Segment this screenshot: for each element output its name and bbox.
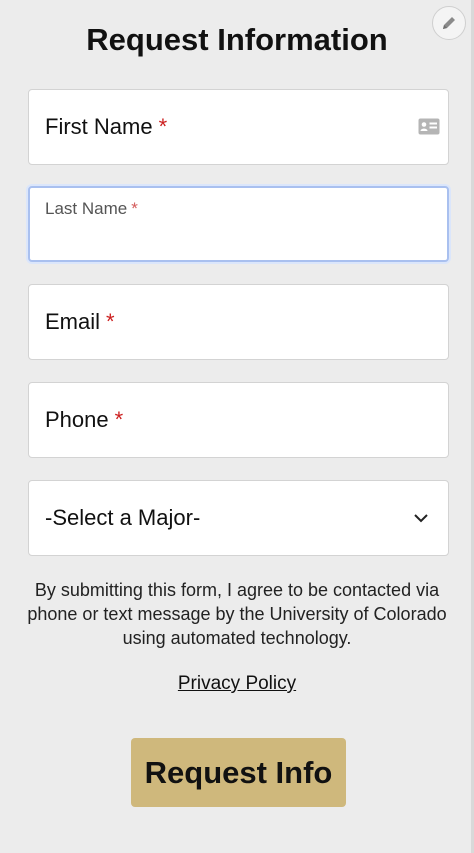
request-info-page: Request Information First Name * Last Nam… [0, 0, 474, 853]
form-title: Request Information [86, 22, 388, 57]
request-info-button[interactable]: Request Info [131, 738, 346, 807]
required-marker: * [131, 199, 138, 218]
contact-card-icon[interactable] [418, 118, 440, 135]
required-marker: * [114, 407, 124, 432]
required-marker: * [106, 309, 115, 334]
email-label: Email * [45, 309, 115, 334]
first-name-field[interactable]: First Name * [28, 89, 449, 165]
consent-text: By submitting this form, I agree to be c… [27, 580, 447, 648]
phone-label: Phone * [45, 407, 124, 432]
major-select[interactable]: -Select a Major- [28, 480, 449, 556]
last-name-label: Last Name * [45, 199, 138, 218]
phone-field[interactable]: Phone * [28, 382, 449, 458]
email-field[interactable]: Email * [28, 284, 449, 360]
privacy-policy-link[interactable]: Privacy Policy [0, 673, 474, 695]
last-name-field[interactable]: Last Name * [28, 186, 449, 262]
first-name-label: First Name * [45, 114, 168, 139]
chevron-down-icon [414, 514, 428, 523]
major-select-value: -Select a Major- [45, 505, 201, 530]
required-marker: * [158, 114, 168, 139]
